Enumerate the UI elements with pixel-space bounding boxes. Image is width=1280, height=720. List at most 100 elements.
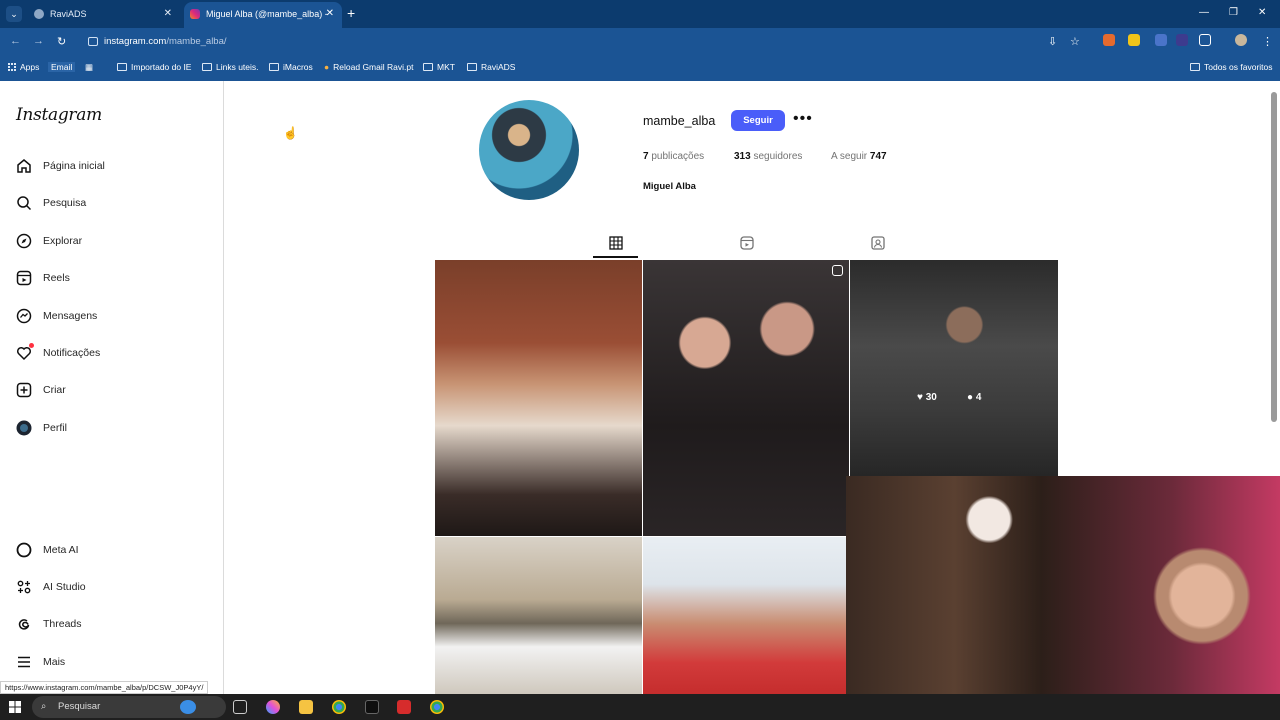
url-path: /mambe_alba/ bbox=[166, 36, 227, 47]
profile-avatar[interactable] bbox=[479, 100, 579, 200]
new-tab-button[interactable]: + bbox=[347, 6, 355, 20]
folder-icon bbox=[423, 63, 433, 71]
bookmark-gmail[interactable]: ● Reload Gmail Ravi.pt bbox=[324, 62, 413, 72]
bookmark-folder[interactable]: Links uteis. bbox=[202, 62, 259, 72]
task-view-icon[interactable] bbox=[233, 700, 247, 714]
sidebar-item-create[interactable]: Criar bbox=[16, 379, 206, 401]
profile-full-name: Miguel Alba bbox=[643, 181, 696, 192]
instagram-logo[interactable]: Instagram bbox=[16, 105, 102, 125]
post-thumbnail-hovered[interactable] bbox=[850, 260, 1058, 476]
posts-grid-tab-icon[interactable] bbox=[608, 235, 624, 251]
address-bar[interactable]: instagram.com/mambe_alba/ bbox=[84, 32, 1092, 52]
hand-cursor-icon: ☝ bbox=[283, 126, 298, 140]
windows-start-icon[interactable] bbox=[9, 701, 21, 713]
reload-icon[interactable]: ↻ bbox=[57, 35, 66, 48]
sidebar-item-search[interactable]: Pesquisa bbox=[16, 192, 206, 214]
capcut-icon[interactable] bbox=[365, 700, 379, 714]
profile-avatar-icon[interactable] bbox=[1235, 34, 1247, 46]
bookmark-folder[interactable]: MKT bbox=[423, 62, 455, 72]
install-app-icon[interactable]: ⇩ bbox=[1048, 35, 1057, 48]
sidebar-item-messages[interactable]: Mensagens bbox=[16, 305, 206, 327]
link-status-url: https://www.instagram.com/mambe_alba/p/D… bbox=[0, 681, 209, 694]
active-tab-indicator bbox=[593, 256, 638, 258]
copilot-icon[interactable] bbox=[266, 700, 280, 714]
post-thumbnail[interactable] bbox=[435, 537, 642, 694]
browser-tab[interactable]: RaviADS ✕ bbox=[28, 2, 180, 28]
folder-icon bbox=[1190, 63, 1200, 71]
apps-grid-icon bbox=[8, 63, 16, 71]
extension-icon[interactable] bbox=[1103, 34, 1115, 46]
more-options-icon[interactable]: ••• bbox=[793, 110, 813, 128]
browser-menu-icon[interactable]: ⋮ bbox=[1262, 35, 1273, 48]
forward-icon[interactable]: → bbox=[33, 35, 44, 47]
bookmark-folder[interactable]: RaviADS bbox=[467, 62, 515, 72]
grid-icon[interactable]: ▦ bbox=[85, 62, 93, 73]
bookmarks-bar: Apps Email ▦ Importado do IE Links uteis… bbox=[0, 56, 1280, 78]
taskbar-search[interactable]: ⌕ Pesquisar bbox=[32, 696, 226, 718]
tab-search-button[interactable]: ⌄ bbox=[6, 6, 22, 22]
comments-overlay: ● 4 bbox=[967, 392, 982, 403]
restore-icon[interactable]: ❐ bbox=[1229, 7, 1238, 18]
browser-tab-bar: ⌄ RaviADS ✕ Miguel Alba (@mambe_alba) - … bbox=[0, 0, 1280, 28]
post-thumbnail[interactable] bbox=[643, 260, 849, 536]
all-bookmarks-folder[interactable]: Todos os favoritos bbox=[1190, 62, 1273, 72]
page-scrollbar[interactable] bbox=[1271, 92, 1277, 422]
sidebar-item-meta-ai[interactable]: Meta AI bbox=[16, 539, 206, 561]
reels-icon bbox=[16, 270, 32, 286]
minimize-icon[interactable]: — bbox=[1199, 7, 1209, 18]
close-tab-icon[interactable]: ✕ bbox=[326, 2, 334, 26]
follow-button[interactable]: Seguir bbox=[731, 110, 785, 131]
sidebar-item-profile[interactable]: Perfil bbox=[16, 417, 206, 439]
sidebar-item-reels[interactable]: Reels bbox=[16, 267, 206, 289]
plus-square-icon bbox=[16, 382, 32, 398]
home-icon bbox=[17, 159, 31, 173]
followers-count[interactable]: 313 seguidores bbox=[734, 151, 802, 162]
chrome-icon[interactable] bbox=[332, 700, 346, 714]
post-thumbnail[interactable] bbox=[643, 537, 846, 694]
chrome-profile-icon[interactable] bbox=[430, 700, 444, 714]
folder-icon bbox=[269, 63, 279, 71]
windows-taskbar: ⌕ Pesquisar bbox=[0, 694, 1280, 720]
close-window-icon[interactable]: ✕ bbox=[1258, 7, 1266, 18]
menu-icon bbox=[18, 656, 30, 668]
extension-pen-icon[interactable] bbox=[1128, 34, 1140, 46]
folder-icon bbox=[202, 63, 212, 71]
sidebar-item-ai-studio[interactable]: AI Studio bbox=[16, 576, 206, 598]
extension-icon[interactable] bbox=[1155, 34, 1167, 46]
extension-icon[interactable] bbox=[1176, 34, 1188, 46]
bookmark-email[interactable]: Email bbox=[48, 62, 76, 72]
close-tab-icon[interactable]: ✕ bbox=[164, 2, 172, 26]
search-icon bbox=[17, 196, 32, 211]
threads-icon bbox=[18, 619, 30, 630]
bookmark-star-icon[interactable]: ☆ bbox=[1070, 35, 1080, 48]
site-info-icon[interactable] bbox=[88, 37, 98, 46]
reels-tab-icon[interactable] bbox=[739, 235, 755, 251]
filezilla-icon[interactable] bbox=[397, 700, 411, 714]
reel-badge-icon bbox=[832, 265, 843, 276]
back-icon[interactable]: ← bbox=[10, 35, 21, 47]
ai-studio-icon bbox=[17, 580, 31, 594]
following-count[interactable]: A seguir 747 bbox=[831, 151, 887, 162]
sidebar-item-home[interactable]: Página inicial bbox=[16, 155, 206, 177]
posts-count: 7 publicações bbox=[643, 151, 705, 162]
folder-icon bbox=[117, 63, 127, 71]
extensions-puzzle-icon[interactable] bbox=[1199, 34, 1211, 46]
tagged-tab-icon[interactable] bbox=[870, 235, 886, 251]
meta-ai-icon bbox=[16, 542, 32, 558]
sidebar-item-more[interactable]: Mais bbox=[16, 651, 206, 673]
sidebar-item-threads[interactable]: Threads bbox=[16, 613, 206, 635]
folder-icon bbox=[467, 63, 477, 71]
url-domain: instagram.com bbox=[104, 36, 167, 47]
search-highlight-icon bbox=[180, 700, 196, 714]
bookmark-apps[interactable]: Apps bbox=[8, 62, 39, 72]
browser-tab-active[interactable]: Miguel Alba (@mambe_alba) - ✕ bbox=[184, 2, 342, 28]
comment-icon: ● bbox=[967, 392, 974, 403]
sidebar-item-notifications[interactable]: Notificações bbox=[16, 342, 206, 364]
heart-icon: ♥ bbox=[917, 392, 923, 403]
sidebar-item-explore[interactable]: Explorar bbox=[16, 230, 206, 252]
post-thumbnail[interactable] bbox=[435, 260, 642, 536]
instagram-favicon-icon bbox=[190, 9, 200, 19]
file-explorer-icon[interactable] bbox=[299, 700, 313, 714]
bookmark-folder[interactable]: Importado do IE bbox=[117, 62, 191, 72]
bookmark-folder[interactable]: iMacros bbox=[269, 62, 313, 72]
